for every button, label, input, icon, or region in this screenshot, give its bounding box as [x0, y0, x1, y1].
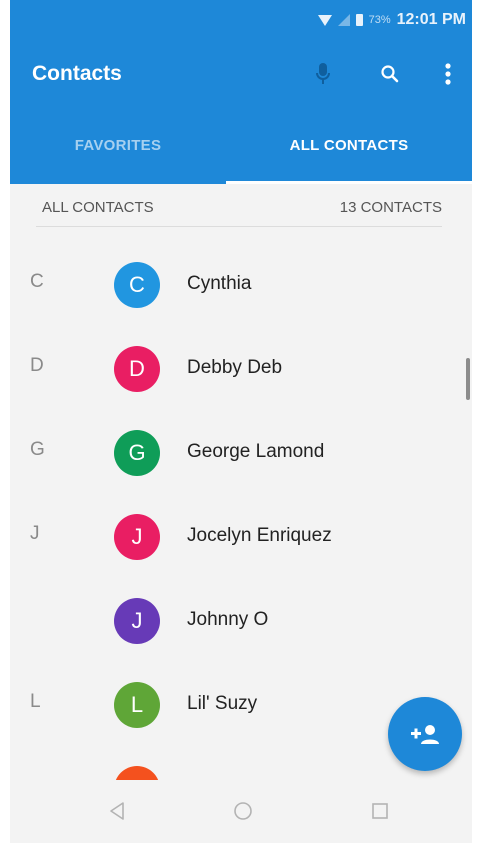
scrollbar-thumb[interactable]: [466, 358, 470, 400]
contact-row[interactable]: C C Cynthia: [10, 241, 472, 325]
status-bar: 73% 12:01 PM: [10, 0, 472, 42]
contact-name: Lil' Suzy: [187, 693, 258, 714]
app-bar: Contacts: [10, 42, 472, 106]
home-button[interactable]: [228, 796, 258, 826]
contact-row[interactable]: J J Jocelyn Enriquez: [10, 493, 472, 577]
add-contact-icon: [411, 725, 439, 744]
contact-name: Cynthia: [187, 273, 252, 294]
status-clock: 12:01 PM: [396, 11, 466, 28]
recent-apps-icon: [372, 803, 388, 819]
contact-name: Jocelyn Enriquez: [187, 525, 332, 546]
search-icon: [381, 65, 399, 83]
navigation-bar: [10, 780, 472, 843]
back-button[interactable]: [102, 796, 132, 826]
contact-row[interactable]: D D Debby Deb: [10, 325, 472, 409]
contact-row[interactable]: J Johnny O: [10, 577, 472, 661]
recent-apps-button[interactable]: [365, 796, 395, 826]
section-letter: G: [30, 439, 45, 460]
tab-favorites[interactable]: FAVORITES: [10, 106, 226, 184]
back-icon: [110, 802, 124, 820]
avatar: C: [114, 262, 160, 308]
contact-name: Debby Deb: [187, 357, 283, 378]
avatar: G: [114, 430, 160, 476]
section-letter: J: [30, 523, 40, 544]
tab-indicator: [226, 181, 472, 184]
contact-name: Johnny O: [187, 609, 269, 630]
more-options-button[interactable]: [434, 60, 462, 88]
avatar: J: [114, 514, 160, 560]
battery-icon: [355, 14, 363, 26]
header-divider: [36, 226, 442, 227]
search-button[interactable]: [376, 60, 404, 88]
tab-all-contacts[interactable]: ALL CONTACTS: [226, 106, 472, 184]
contacts-screen: 73% 12:01 PM Contacts FAVORITES ALL CONT…: [10, 0, 472, 843]
add-contact-button[interactable]: [388, 697, 462, 771]
home-icon: [234, 802, 252, 820]
signal-icon: [337, 14, 350, 26]
page-title: Contacts: [32, 62, 122, 85]
list-header: ALL CONTACTS 13 CONTACTS: [36, 195, 442, 225]
contact-count: 13 CONTACTS: [339, 199, 442, 216]
avatar: L: [114, 682, 160, 728]
section-letter: L: [30, 691, 41, 712]
mic-icon: [316, 63, 330, 84]
avatar: J: [114, 598, 160, 644]
voice-search-button[interactable]: [309, 60, 337, 88]
contact-row[interactable]: G G George Lamond: [10, 409, 472, 493]
contact-name: George Lamond: [187, 441, 325, 462]
battery-percent: 73%: [368, 14, 391, 26]
section-letter: D: [30, 355, 44, 376]
avatar: D: [114, 346, 160, 392]
list-header-title: ALL CONTACTS: [42, 199, 154, 216]
tab-bar: FAVORITES ALL CONTACTS: [10, 106, 472, 184]
status-icons: 73% 12:01 PM: [317, 11, 466, 29]
more-vert-icon: [445, 63, 451, 85]
wifi-icon: [317, 14, 332, 26]
section-letter: C: [30, 271, 44, 292]
